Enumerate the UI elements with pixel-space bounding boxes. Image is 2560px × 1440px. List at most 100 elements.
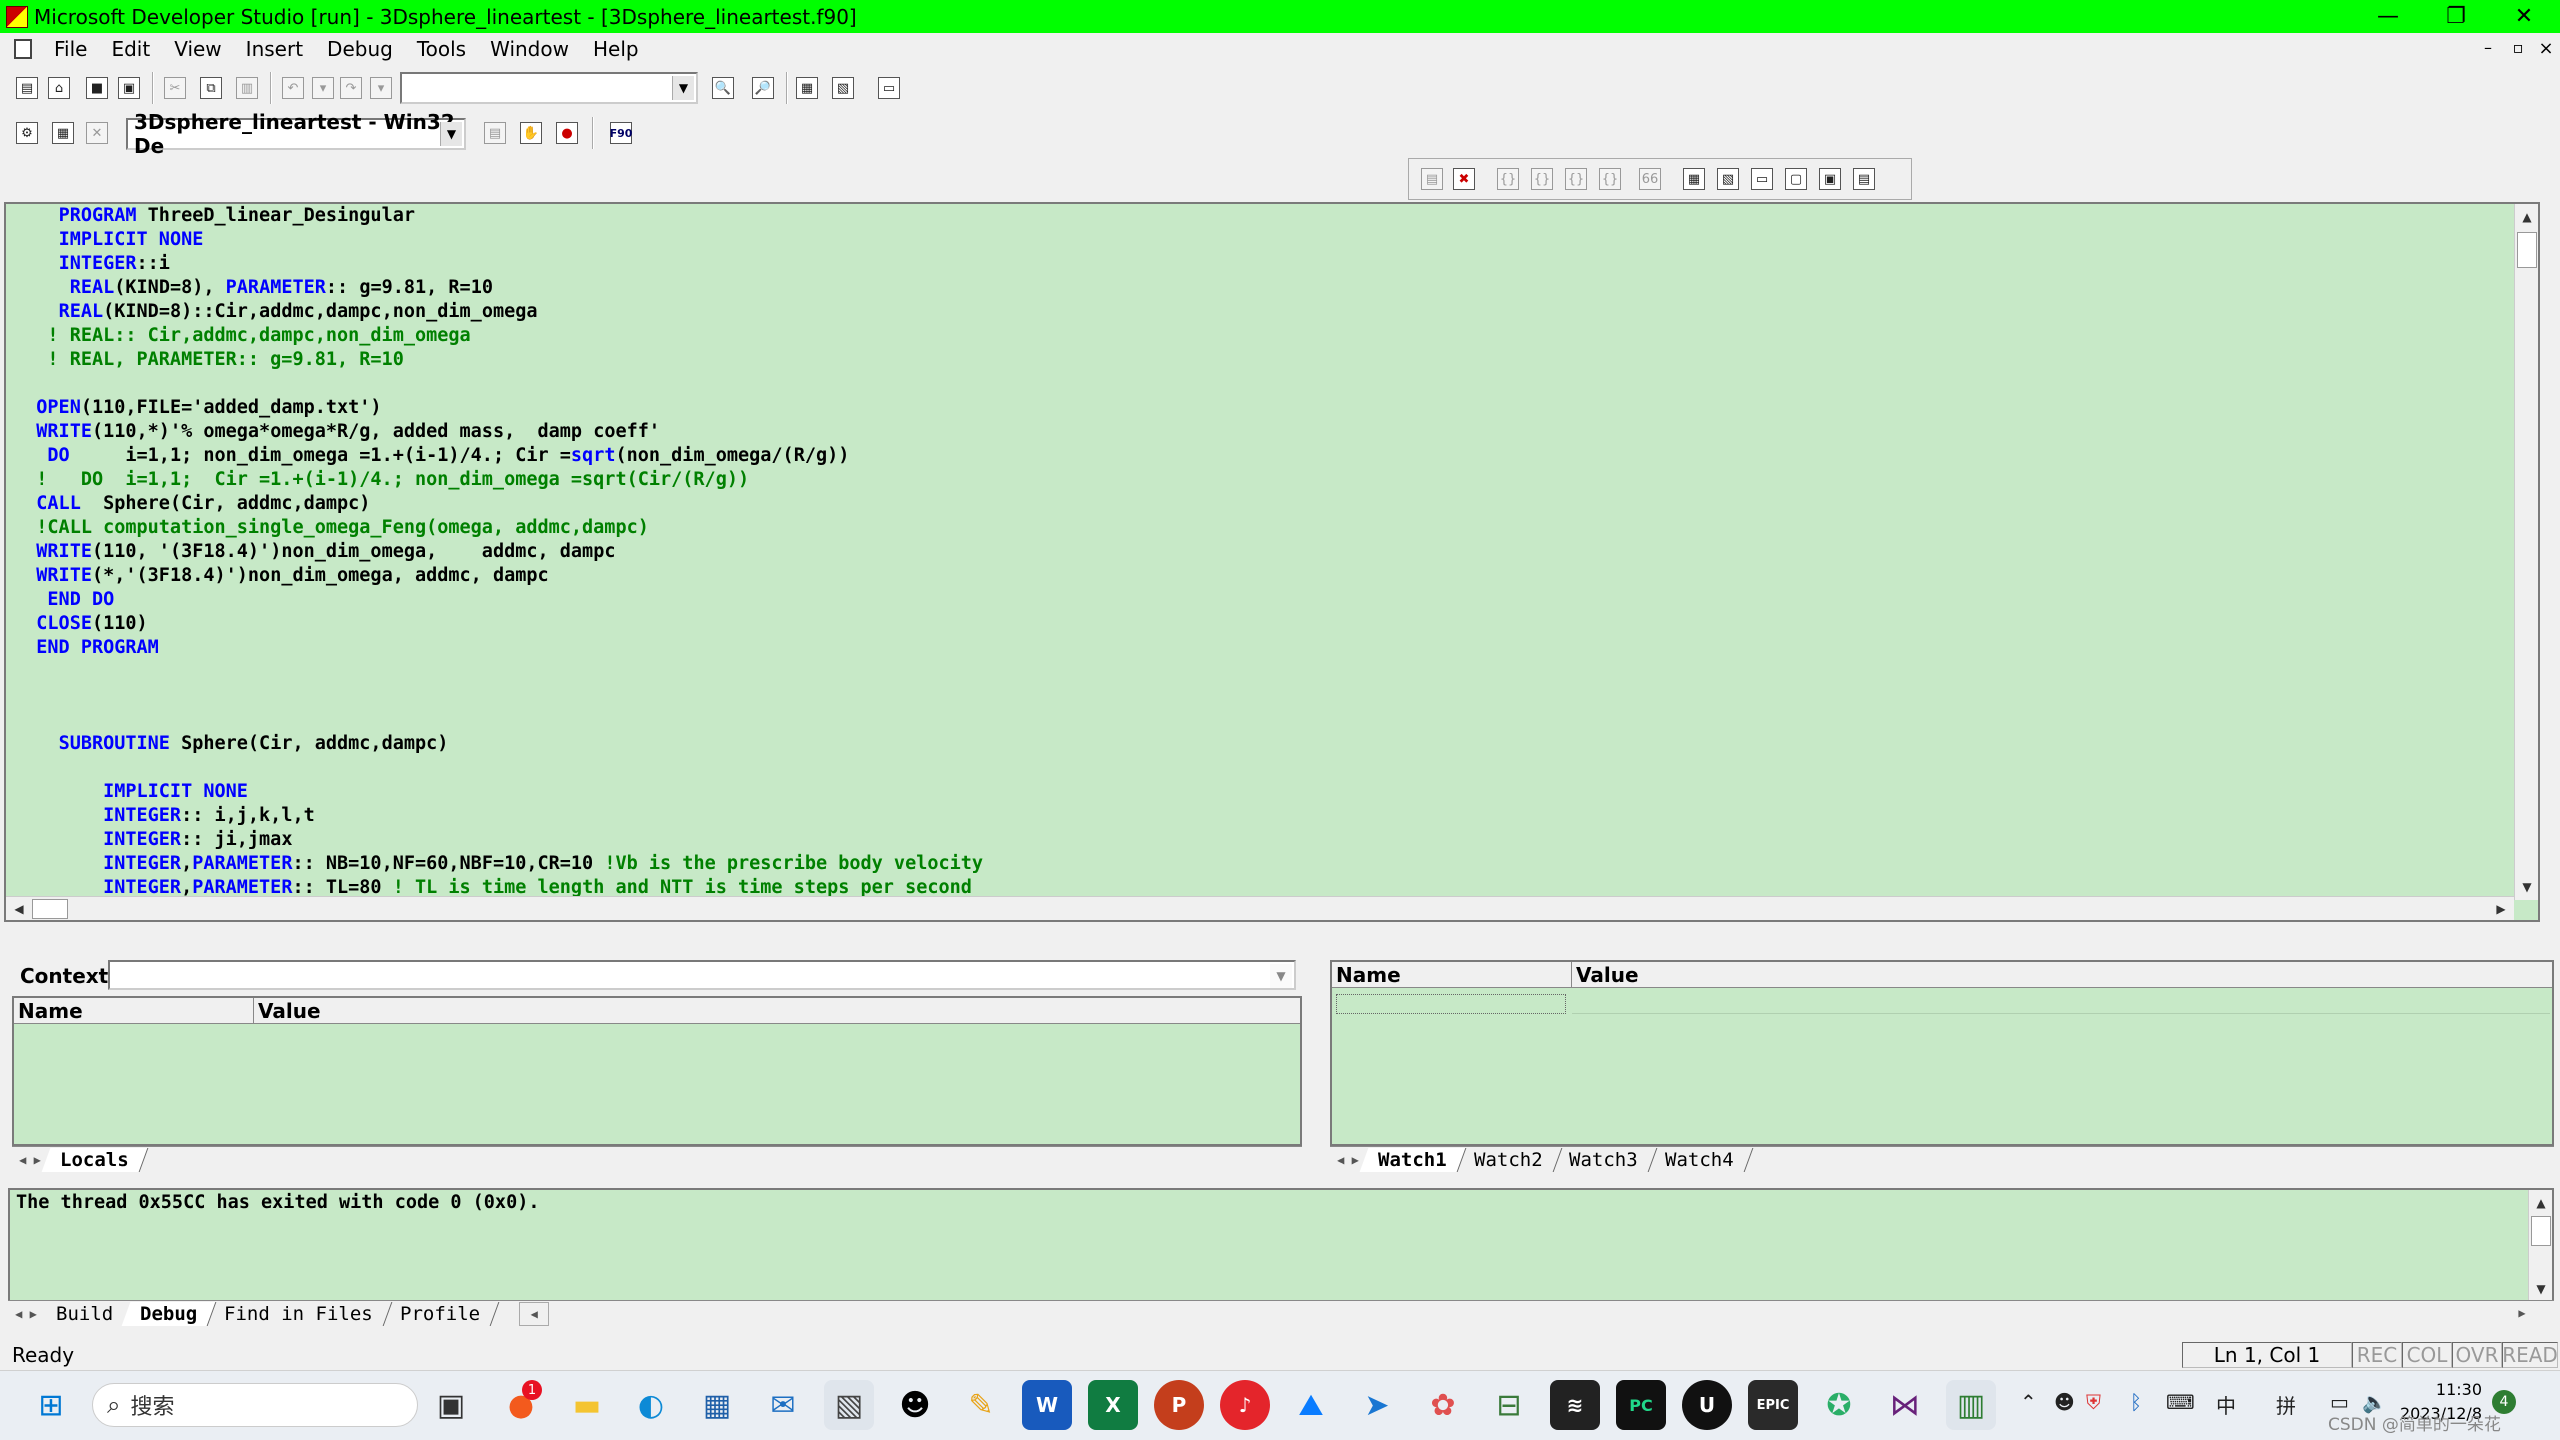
mdi-restore-button[interactable]: ▫: [2506, 38, 2530, 60]
bluetooth-icon[interactable]: ᛒ: [2130, 1390, 2142, 1414]
capcut-icon[interactable]: ≋: [1550, 1380, 1600, 1430]
paste-icon[interactable]: ▥: [232, 73, 262, 103]
code-line[interactable]: ! REAL:: Cir,addmc,dampc,non_dim_omega: [14, 324, 983, 348]
memory-window-icon[interactable]: ▢: [1781, 164, 1811, 194]
menu-file[interactable]: File: [42, 37, 99, 61]
save-icon[interactable]: ■: [82, 73, 112, 103]
restore-button[interactable]: ❐: [2424, 0, 2488, 33]
app-icon[interactable]: [6, 6, 28, 28]
code-line[interactable]: PROGRAM ThreeD_linear_Desingular: [14, 204, 983, 228]
code-line[interactable]: WRITE(110, '(3F18.4)')non_dim_omega, add…: [14, 540, 983, 564]
window-list-icon[interactable]: ▭: [874, 73, 904, 103]
restart-icon[interactable]: ▤: [1417, 164, 1447, 194]
stop-build-icon[interactable]: ✕: [82, 118, 112, 148]
watch-window-icon[interactable]: ▦: [1679, 164, 1709, 194]
mail-icon[interactable]: ✉: [758, 1380, 808, 1430]
configuration-combo[interactable]: 3Dsphere_lineartest - Win32 De ▼: [126, 118, 466, 150]
code-line[interactable]: WRITE(*,'(3F18.4)')non_dim_omega, addmc,…: [14, 564, 983, 588]
step-out-icon[interactable]: {}: [1561, 164, 1591, 194]
code-line[interactable]: IMPLICIT NONE: [14, 780, 983, 804]
menu-view[interactable]: View: [162, 37, 233, 61]
wechat-icon[interactable]: ✪: [1814, 1380, 1864, 1430]
start-icon[interactable]: ⊞: [26, 1380, 76, 1430]
meeting-app-icon[interactable]: ⛰: [1286, 1380, 1336, 1430]
scroll-right-icon[interactable]: ▶: [2504, 1301, 2540, 1325]
workspace-icon[interactable]: ▦: [792, 73, 822, 103]
code-line[interactable]: DO i=1,1; non_dim_omega =1.+(i-1)/4.; Ci…: [14, 444, 983, 468]
code-line[interactable]: CALL Sphere(Cir, addmc,dampc): [14, 492, 983, 516]
f90-icon[interactable]: F90: [606, 118, 636, 148]
scroll-down-icon[interactable]: ▼: [2530, 1278, 2552, 1300]
cut-icon[interactable]: ✂: [160, 73, 190, 103]
name-column-header[interactable]: Name: [14, 998, 254, 1024]
menu-insert[interactable]: Insert: [234, 37, 315, 61]
code-line[interactable]: INTEGER:: i,j,k,l,t: [14, 804, 983, 828]
quickwatch-icon[interactable]: 66: [1635, 164, 1665, 194]
code-line[interactable]: [14, 372, 983, 396]
chevron-down-icon[interactable]: ▼: [1270, 964, 1292, 988]
save-all-icon[interactable]: ▣: [114, 73, 144, 103]
keyboard-icon[interactable]: ⌨: [2166, 1390, 2195, 1414]
output-vertical-scrollbar[interactable]: ▲ ▼: [2528, 1190, 2552, 1302]
tab-profile[interactable]: Profile: [382, 1302, 500, 1326]
scroll-thumb[interactable]: [2531, 1216, 2551, 1246]
variables-list[interactable]: Name Value: [12, 996, 1302, 1146]
variables-window-icon[interactable]: ▧: [1713, 164, 1743, 194]
network-app-icon[interactable]: ⊟: [1484, 1380, 1534, 1430]
menu-edit[interactable]: Edit: [99, 37, 162, 61]
code-line[interactable]: [14, 660, 983, 684]
ime-chinese[interactable]: 中: [2216, 1390, 2236, 1419]
visual-studio-icon[interactable]: ⋈: [1880, 1380, 1930, 1430]
scroll-up-icon[interactable]: ▲: [2530, 1192, 2552, 1214]
code-line[interactable]: INTEGER::i: [14, 252, 983, 276]
breakpoint-icon[interactable]: ●: [552, 118, 582, 148]
powerpoint-icon[interactable]: P: [1154, 1380, 1204, 1430]
compile-icon[interactable]: ⚙: [12, 118, 42, 148]
code-line[interactable]: CLOSE(110): [14, 612, 983, 636]
registers-window-icon[interactable]: ▭: [1747, 164, 1777, 194]
document-icon[interactable]: [14, 39, 32, 59]
epic-games-icon[interactable]: EPIC: [1748, 1380, 1798, 1430]
scroll-up-icon[interactable]: ▲: [2516, 206, 2538, 228]
find-combo[interactable]: ▼: [400, 72, 698, 104]
new-file-icon[interactable]: ▤: [12, 73, 42, 103]
call-stack-icon[interactable]: ▣: [1815, 164, 1845, 194]
tab-locals[interactable]: Locals: [42, 1148, 148, 1172]
unreal-icon[interactable]: U: [1682, 1380, 1732, 1430]
code-line[interactable]: WRITE(110,*)'% omega*omega*R/g, added ma…: [14, 420, 983, 444]
redo-dropdown-icon[interactable]: ▾: [366, 73, 396, 103]
tab-build[interactable]: Build: [38, 1302, 133, 1326]
code-editor[interactable]: PROGRAM ThreeD_linear_Desingular IMPLICI…: [4, 202, 2540, 922]
stop-debugging-icon[interactable]: ✖: [1449, 164, 1479, 194]
code-line[interactable]: REAL(KIND=8)::Cir,addmc,dampc,non_dim_om…: [14, 300, 983, 324]
editor-vertical-scrollbar[interactable]: ▲ ▼: [2514, 204, 2538, 900]
tray-qq-icon[interactable]: ☻: [2054, 1390, 2075, 1414]
menu-window[interactable]: Window: [478, 37, 581, 61]
splitter[interactable]: [0, 1176, 2560, 1188]
undo-icon[interactable]: ↶: [278, 73, 308, 103]
code-line[interactable]: [14, 684, 983, 708]
pen-app-icon[interactable]: ✎: [956, 1380, 1006, 1430]
splitter[interactable]: [1308, 956, 1328, 1174]
running-app-icon[interactable]: ▥: [1946, 1380, 1996, 1430]
undo-dropdown-icon[interactable]: ▾: [308, 73, 338, 103]
scroll-right-icon[interactable]: ▶: [2490, 898, 2512, 920]
word-icon[interactable]: W: [1022, 1380, 1072, 1430]
tab-find-in-files[interactable]: Find in Files: [206, 1302, 392, 1326]
redo-icon[interactable]: ↷: [336, 73, 366, 103]
chevron-down-icon[interactable]: ▼: [440, 122, 462, 146]
menu-tools[interactable]: Tools: [405, 37, 478, 61]
find-icon[interactable]: 🔎: [748, 73, 778, 103]
feishu-icon[interactable]: ➤: [1352, 1380, 1402, 1430]
minimize-button[interactable]: —: [2356, 0, 2420, 33]
code-line[interactable]: OPEN(110,FILE='added_damp.txt'): [14, 396, 983, 420]
tab-watch2[interactable]: Watch2: [1455, 1148, 1561, 1172]
context-combo[interactable]: ▼: [108, 960, 1296, 990]
taskbar-search[interactable]: ⌕ 搜索: [92, 1383, 418, 1427]
code-line[interactable]: INTEGER,PARAMETER:: NB=10,NF=60,NBF=10,C…: [14, 852, 983, 876]
watch-list[interactable]: Name Value: [1330, 960, 2554, 1146]
copy-icon[interactable]: ⧉: [196, 73, 226, 103]
output-icon[interactable]: ▧: [828, 73, 858, 103]
go-icon[interactable]: ▤: [480, 118, 510, 148]
code-line[interactable]: IMPLICIT NONE: [14, 228, 983, 252]
